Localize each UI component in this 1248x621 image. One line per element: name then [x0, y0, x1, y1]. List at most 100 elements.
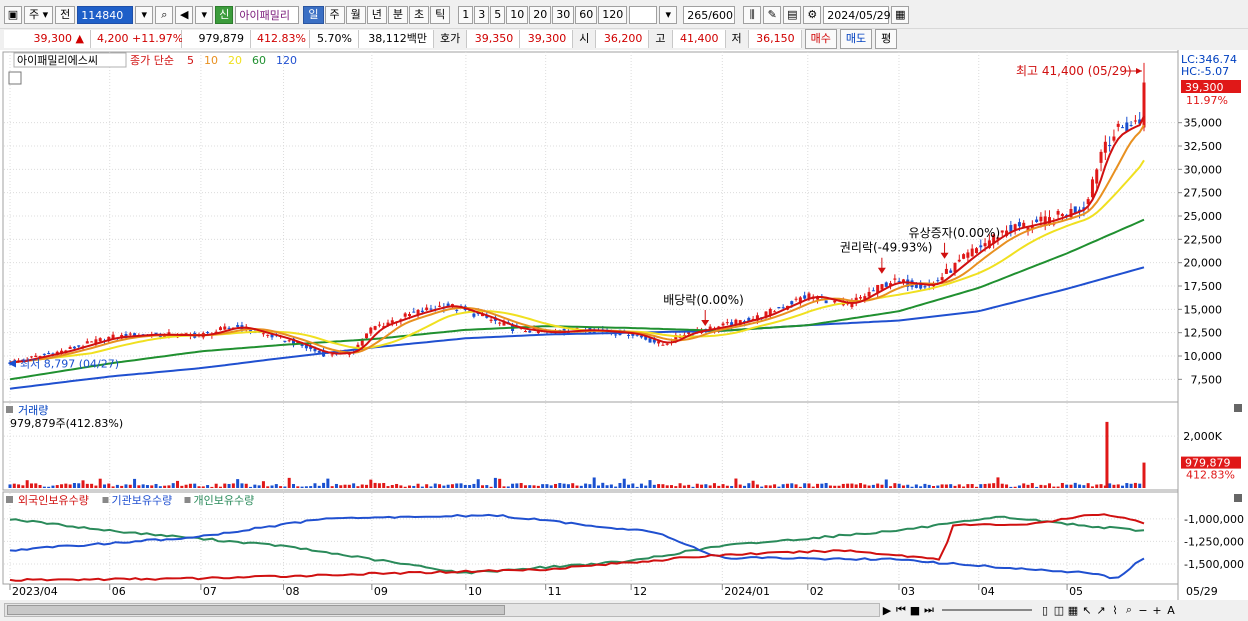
- interval-tab-30[interactable]: 30: [552, 6, 575, 24]
- volume-bar: [463, 485, 467, 488]
- x-axis-label: 06: [112, 585, 126, 598]
- grid-icon[interactable]: ▦: [1066, 604, 1080, 617]
- interval-tab-10[interactable]: 10: [506, 6, 529, 24]
- candle-body: [777, 306, 781, 309]
- candle-body: [489, 319, 493, 321]
- volume-bar: [240, 483, 244, 488]
- x-axis-label: 2024/01: [724, 585, 770, 598]
- market-select[interactable]: 주 ▾: [24, 6, 54, 24]
- interval-tab-5[interactable]: 5: [490, 6, 506, 24]
- buy-button[interactable]: 매수: [804, 28, 837, 49]
- volume-bar: [304, 486, 308, 488]
- calendar-icon[interactable]: ▦: [891, 6, 910, 24]
- candle-icon[interactable]: ⫼: [743, 6, 762, 24]
- interval-tab-1[interactable]: 1: [458, 6, 474, 24]
- interval-tab-60[interactable]: 60: [575, 6, 598, 24]
- speaker-icon[interactable]: ◀: [175, 6, 194, 24]
- code-dropdown-icon[interactable]: ▾: [135, 6, 154, 24]
- count-input[interactable]: 265/600: [683, 6, 736, 24]
- draw-icon[interactable]: ✎: [763, 6, 782, 24]
- arrow-tool-icon[interactable]: ↖: [1080, 604, 1094, 617]
- volume-bar: [438, 484, 442, 488]
- volume-bar: [1056, 486, 1060, 488]
- stock-code-input[interactable]: 114840: [77, 6, 134, 24]
- volume-bar: [1030, 483, 1034, 488]
- candle-body: [407, 313, 411, 317]
- volume-bar: [695, 483, 699, 488]
- volume-bar: [803, 483, 807, 488]
- period-tab-3[interactable]: 년: [366, 6, 387, 24]
- candle-body: [949, 270, 953, 273]
- interval-tab-20[interactable]: 20: [529, 6, 552, 24]
- fast-forward-icon[interactable]: ⏭: [922, 603, 936, 617]
- volume-bar: [1090, 486, 1094, 488]
- stop-icon[interactable]: ■: [908, 604, 922, 617]
- candle-body: [236, 325, 240, 327]
- low-label: 저: [726, 29, 749, 48]
- scroll-thumb[interactable]: [7, 605, 505, 615]
- sell-button[interactable]: 매도: [839, 28, 873, 49]
- interval-tab-120[interactable]: 120: [598, 6, 628, 24]
- candle-body: [790, 301, 794, 305]
- volume-bar: [670, 485, 673, 488]
- stock-chart[interactable]: 2023/04 06 07 08 09 10 11 12 2024/01 02 03 04 05 05/2…: [0, 50, 1248, 600]
- volume-bar: [29, 483, 33, 488]
- window-icon[interactable]: ▣: [4, 6, 22, 24]
- period-tab-4[interactable]: 분: [387, 6, 409, 24]
- chart-scrollbar[interactable]: ▶ ⏮ ■ ⏭ ▯ ◫ ▦ ↖ ↗ ⌇ ⌕ − + A: [0, 601, 1248, 619]
- volume-bar: [386, 486, 390, 488]
- volume-bar: [188, 483, 192, 488]
- period-tab-2[interactable]: 월: [345, 6, 366, 24]
- volume-bar: [816, 483, 820, 488]
- rewind-icon[interactable]: ⏮: [894, 603, 908, 617]
- volume-bar: [889, 486, 893, 488]
- date-input[interactable]: 2024/05/29: [823, 6, 891, 24]
- font-size-icon[interactable]: A: [1164, 604, 1178, 617]
- interval-custom-input[interactable]: [629, 6, 658, 24]
- volume-bar: [1009, 486, 1013, 488]
- volume-bar: [184, 484, 188, 488]
- volume-bar: [420, 486, 424, 488]
- split-icon[interactable]: ◫: [1052, 604, 1066, 617]
- price-tick-label: 32,500: [1184, 140, 1223, 153]
- volume-bar: [334, 483, 338, 488]
- volume-bar: [841, 483, 845, 488]
- save-icon[interactable]: ▤: [783, 6, 802, 24]
- period-tab-0[interactable]: 일: [303, 6, 324, 24]
- candle-body: [940, 277, 944, 281]
- volume-bar: [506, 486, 510, 488]
- speed-slider[interactable]: [942, 609, 1032, 611]
- legend-ma-period: 5: [187, 54, 194, 67]
- volume-close-icon: [1234, 404, 1242, 412]
- eval-button[interactable]: 평: [875, 28, 898, 49]
- period-tab-6[interactable]: 틱: [430, 6, 451, 24]
- interval-dropdown-icon[interactable]: ▾: [659, 6, 678, 24]
- line-tool-icon[interactable]: ↗: [1094, 604, 1108, 617]
- pattern-icon[interactable]: ⌇: [1108, 604, 1122, 617]
- gear-icon[interactable]: ⚙: [803, 6, 822, 24]
- layout-icon[interactable]: ▯: [1038, 604, 1052, 617]
- count-total: /600: [708, 9, 733, 22]
- low-price: 36,150: [748, 29, 802, 48]
- volume-bar: [356, 486, 360, 488]
- interval-tab-3[interactable]: 3: [474, 6, 490, 24]
- x-axis-label: 11: [548, 585, 562, 598]
- period-tab-5[interactable]: 초: [409, 6, 430, 24]
- scroll-right-icon[interactable]: ▶: [880, 604, 894, 617]
- volume-bar: [1052, 486, 1056, 488]
- zoom-icon[interactable]: ⌕: [1122, 603, 1136, 617]
- volume-bar: [412, 485, 416, 488]
- chevron-down-icon[interactable]: ▾: [195, 6, 214, 24]
- candle-body: [369, 327, 373, 334]
- scroll-track[interactable]: [4, 603, 880, 617]
- minus-icon[interactable]: −: [1136, 604, 1150, 617]
- volume-bar: [824, 482, 828, 488]
- period-tab-1[interactable]: 주: [324, 6, 345, 24]
- prev-button[interactable]: 전: [55, 6, 76, 24]
- volume-bar: [257, 485, 261, 488]
- candle-body: [425, 307, 429, 311]
- plus-icon[interactable]: +: [1150, 604, 1164, 617]
- volume-bar: [326, 478, 330, 488]
- hc-label: HC:-5.07: [1181, 65, 1229, 78]
- search-icon[interactable]: ⌕: [155, 6, 174, 24]
